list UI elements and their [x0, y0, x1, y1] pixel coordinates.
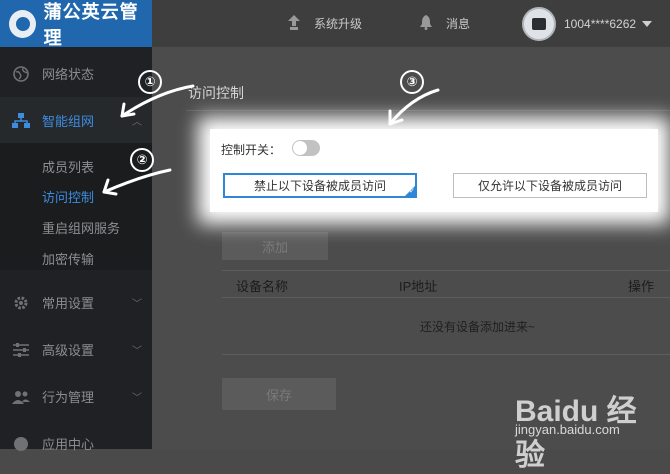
- avatar: [522, 6, 556, 41]
- messages-label: 消息: [446, 17, 471, 31]
- messages-button[interactable]: 消息: [420, 0, 470, 47]
- submenu-item-encrypted-transfer[interactable]: 加密传输: [42, 249, 94, 268]
- caret-down-icon: [642, 20, 653, 27]
- upgrade-icon: [288, 14, 300, 33]
- gear-icon: [12, 294, 30, 312]
- sidebar-item-label: 高级设置: [42, 343, 95, 358]
- chevron-down-icon: ﹀: [132, 346, 142, 357]
- toggle-knob: [293, 141, 307, 155]
- save-button[interactable]: 保存: [222, 378, 336, 410]
- sidebar-item-label: 应用中心: [42, 437, 95, 452]
- table-header: 设备名称 IP地址 操作: [222, 270, 670, 298]
- submenu-item-access-control[interactable]: 访问控制: [42, 187, 94, 206]
- option-allow-label: 仅允许以下设备被成员访问: [477, 179, 622, 193]
- sidebar-item-common-settings[interactable]: 常用设置 ﹀: [0, 279, 152, 326]
- logo-icon: [9, 9, 36, 38]
- sidebar-item-behavior-management[interactable]: 行为管理 ﹀: [0, 373, 152, 420]
- globe-icon: [12, 65, 30, 83]
- sidebar-item-advanced-settings[interactable]: 高级设置 ﹀: [0, 326, 152, 373]
- annotation-arrow-3: [388, 88, 440, 126]
- submenu-item-member-list[interactable]: 成员列表: [42, 157, 94, 176]
- table-divider: [222, 354, 670, 355]
- sidebar: 蒲公英云管理 网络状态 智能组网 ︿ 成员列表 访问控制 重启组网服务 加密传输…: [0, 0, 152, 452]
- logo-bar: 蒲公英云管理: [0, 0, 152, 48]
- network-icon: [12, 112, 30, 130]
- system-upgrade-label: 系统升级: [314, 17, 363, 31]
- watermark: Baidu 经验 jingyan.baidu.com: [505, 374, 665, 472]
- add-button[interactable]: 添加: [222, 232, 328, 260]
- watermark-url: jingyan.baidu.com: [515, 422, 620, 437]
- sliders-icon: [12, 341, 30, 359]
- submenu-item-restart-service[interactable]: 重启组网服务: [42, 218, 120, 237]
- column-device-name: 设备名称: [236, 279, 289, 294]
- control-switch-toggle[interactable]: [292, 140, 320, 156]
- users-icon: [12, 388, 30, 406]
- sidebar-item-app-center[interactable]: 应用中心: [0, 420, 152, 467]
- sidebar-item-label: 常用设置: [42, 296, 95, 311]
- sidebar-item-label: 网络状态: [42, 67, 95, 82]
- router-icon: [532, 17, 546, 30]
- apps-icon: [12, 435, 30, 453]
- annotation-arrow-1: [120, 84, 195, 118]
- option-deny-button[interactable]: 禁止以下设备被成员访问: [223, 173, 417, 198]
- chevron-down-icon: ﹀: [132, 393, 142, 404]
- option-deny-label: 禁止以下设备被成员访问: [253, 179, 386, 193]
- account-menu[interactable]: 1004****6262: [522, 0, 653, 47]
- sidebar-item-label: 智能组网: [42, 114, 95, 129]
- control-switch-label: 控制开关：: [221, 143, 282, 157]
- check-icon: [405, 186, 415, 196]
- topbar: 系统升级 消息 1004****6262: [152, 0, 670, 47]
- column-ip-address: IP地址: [399, 279, 438, 294]
- annotation-arrow-2: [102, 168, 172, 196]
- empty-state-text: 还没有设备添加进来~: [420, 320, 536, 334]
- system-upgrade-button[interactable]: 系统升级: [288, 0, 362, 47]
- account-id: 1004****6262: [564, 16, 637, 31]
- column-actions: 操作: [628, 279, 655, 294]
- chevron-down-icon: ﹀: [132, 299, 142, 310]
- bell-icon: [420, 14, 432, 33]
- sidebar-item-label: 行为管理: [42, 390, 95, 405]
- option-allow-button[interactable]: 仅允许以下设备被成员访问: [453, 173, 647, 198]
- app-title: 蒲公英云管理: [43, 1, 139, 48]
